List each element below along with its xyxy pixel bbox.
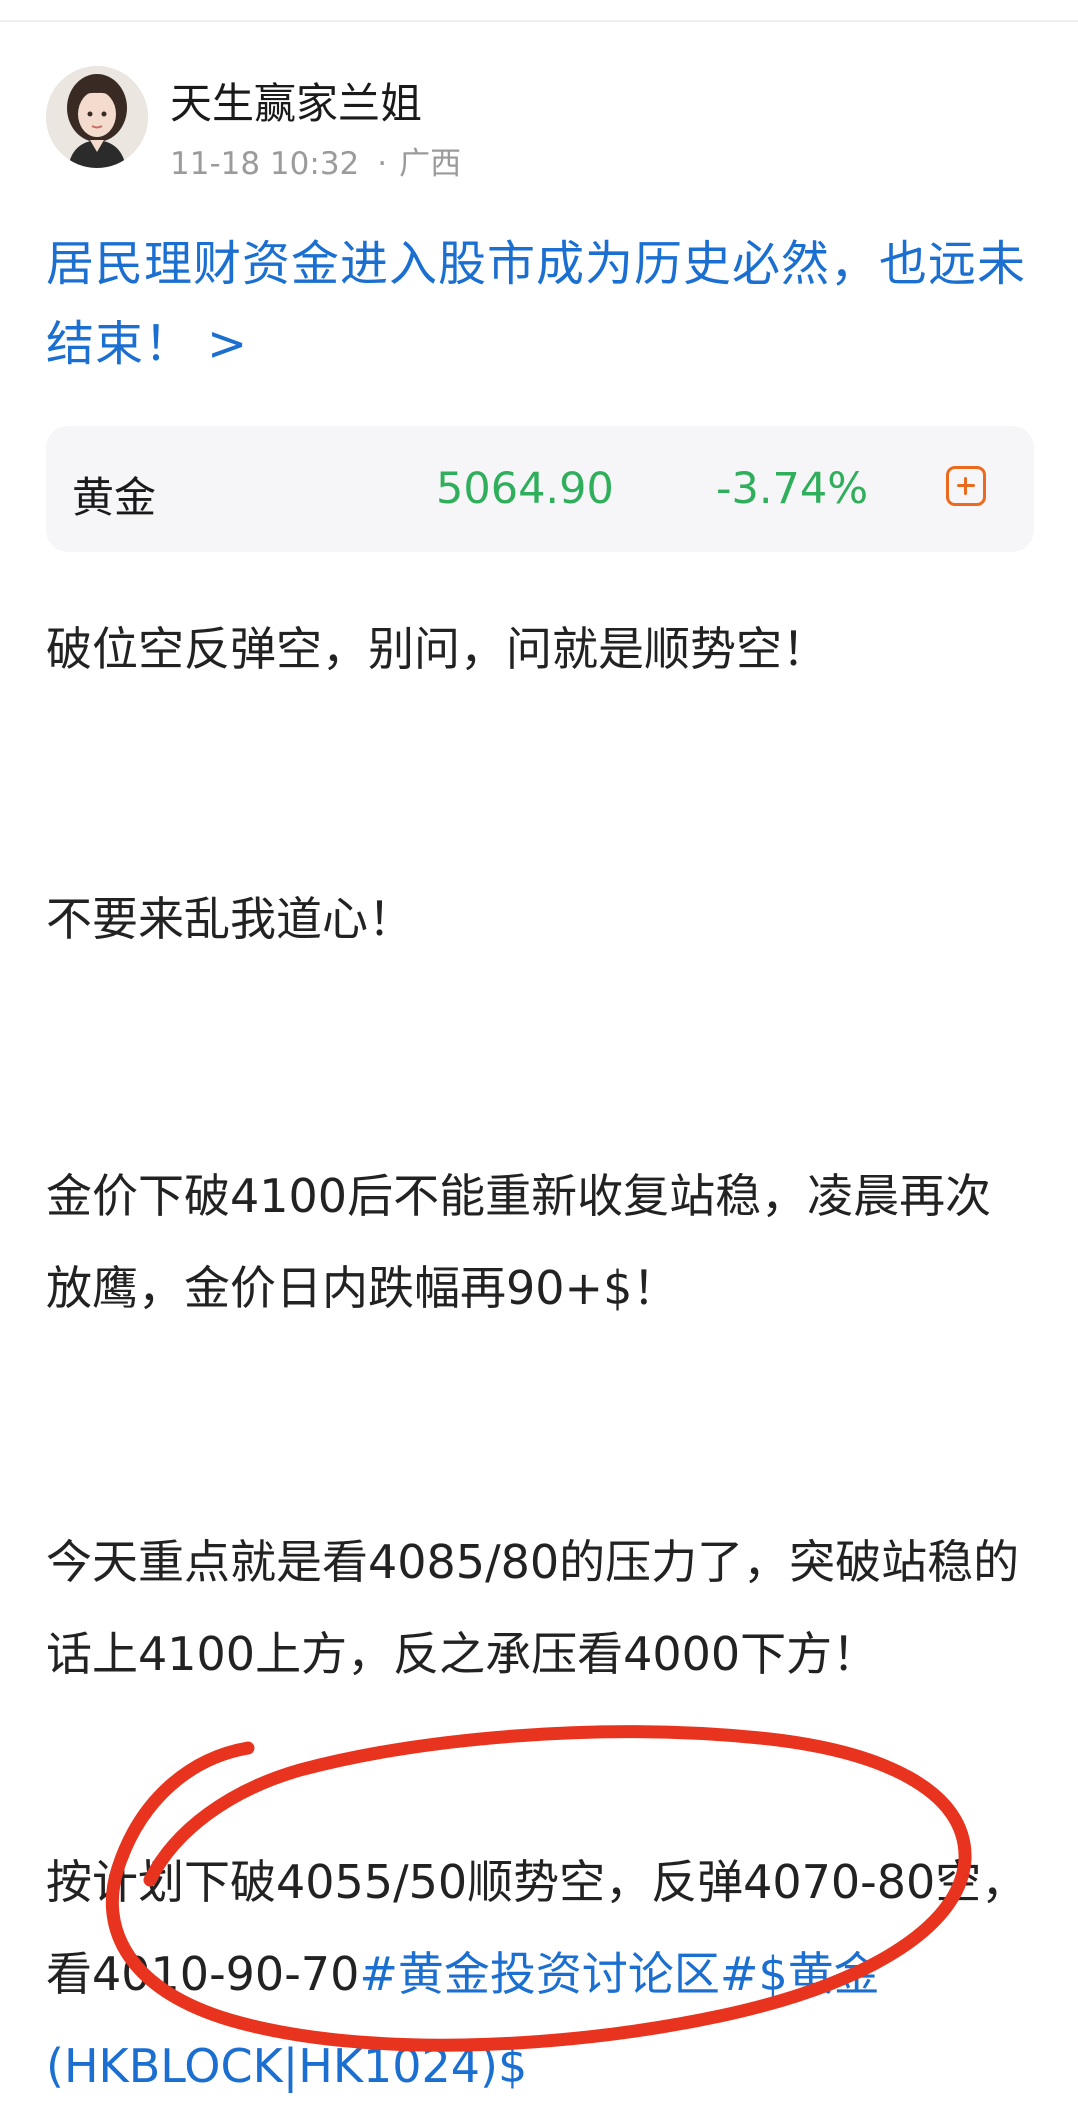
chevron-right-icon: > bbox=[207, 316, 249, 372]
author-header: 天生赢家兰姐 11-18 10:32 · 广西 bbox=[46, 66, 1036, 182]
post-paragraph: 今天重点就是看4085/80的压力了，突破站稳的话上4100上方，反之承压看40… bbox=[46, 1535, 1020, 1681]
post-location: 广西 bbox=[399, 146, 462, 182]
stock-name: 黄金 bbox=[72, 473, 157, 522]
post-paragraph: 不要来乱我道心！ bbox=[46, 892, 414, 946]
avatar[interactable] bbox=[46, 66, 148, 168]
top-divider bbox=[0, 20, 1078, 22]
stock-change: -3.74% bbox=[716, 464, 869, 514]
post-paragraph: 破位空反弹空，别问，问就是顺势空！ bbox=[46, 622, 828, 676]
stock-card[interactable]: 黄金 5064.90 -3.74% bbox=[46, 426, 1034, 552]
author-name[interactable]: 天生赢家兰姐 bbox=[170, 70, 422, 131]
avatar-illustration bbox=[46, 66, 148, 168]
meta-separator: · bbox=[377, 146, 388, 182]
stock-price: 5064.90 bbox=[436, 464, 614, 514]
post-paragraph: 金价下破4100后不能重新收复站稳，凌晨再次放鹰，金价日内跌幅再90+$！ bbox=[46, 1169, 992, 1315]
post-paragraph-last: 按计划下破4055/50顺势空，反弹4070-80空，看4010-90-70#黄… bbox=[46, 1836, 1036, 2112]
post-meta: 11-18 10:32 · 广西 bbox=[170, 138, 461, 183]
headline-link[interactable]: 居民理财资金进入股市成为历史必然，也远未结束！ > bbox=[46, 224, 1036, 384]
post-time: 11-18 10:32 bbox=[170, 146, 360, 182]
headline-text: 居民理财资金进入股市成为历史必然，也远未结束！ bbox=[46, 236, 1027, 372]
plus-square-icon[interactable] bbox=[946, 466, 986, 506]
hashtag-link[interactable]: #黄金投资讨论区# bbox=[359, 1947, 758, 2001]
